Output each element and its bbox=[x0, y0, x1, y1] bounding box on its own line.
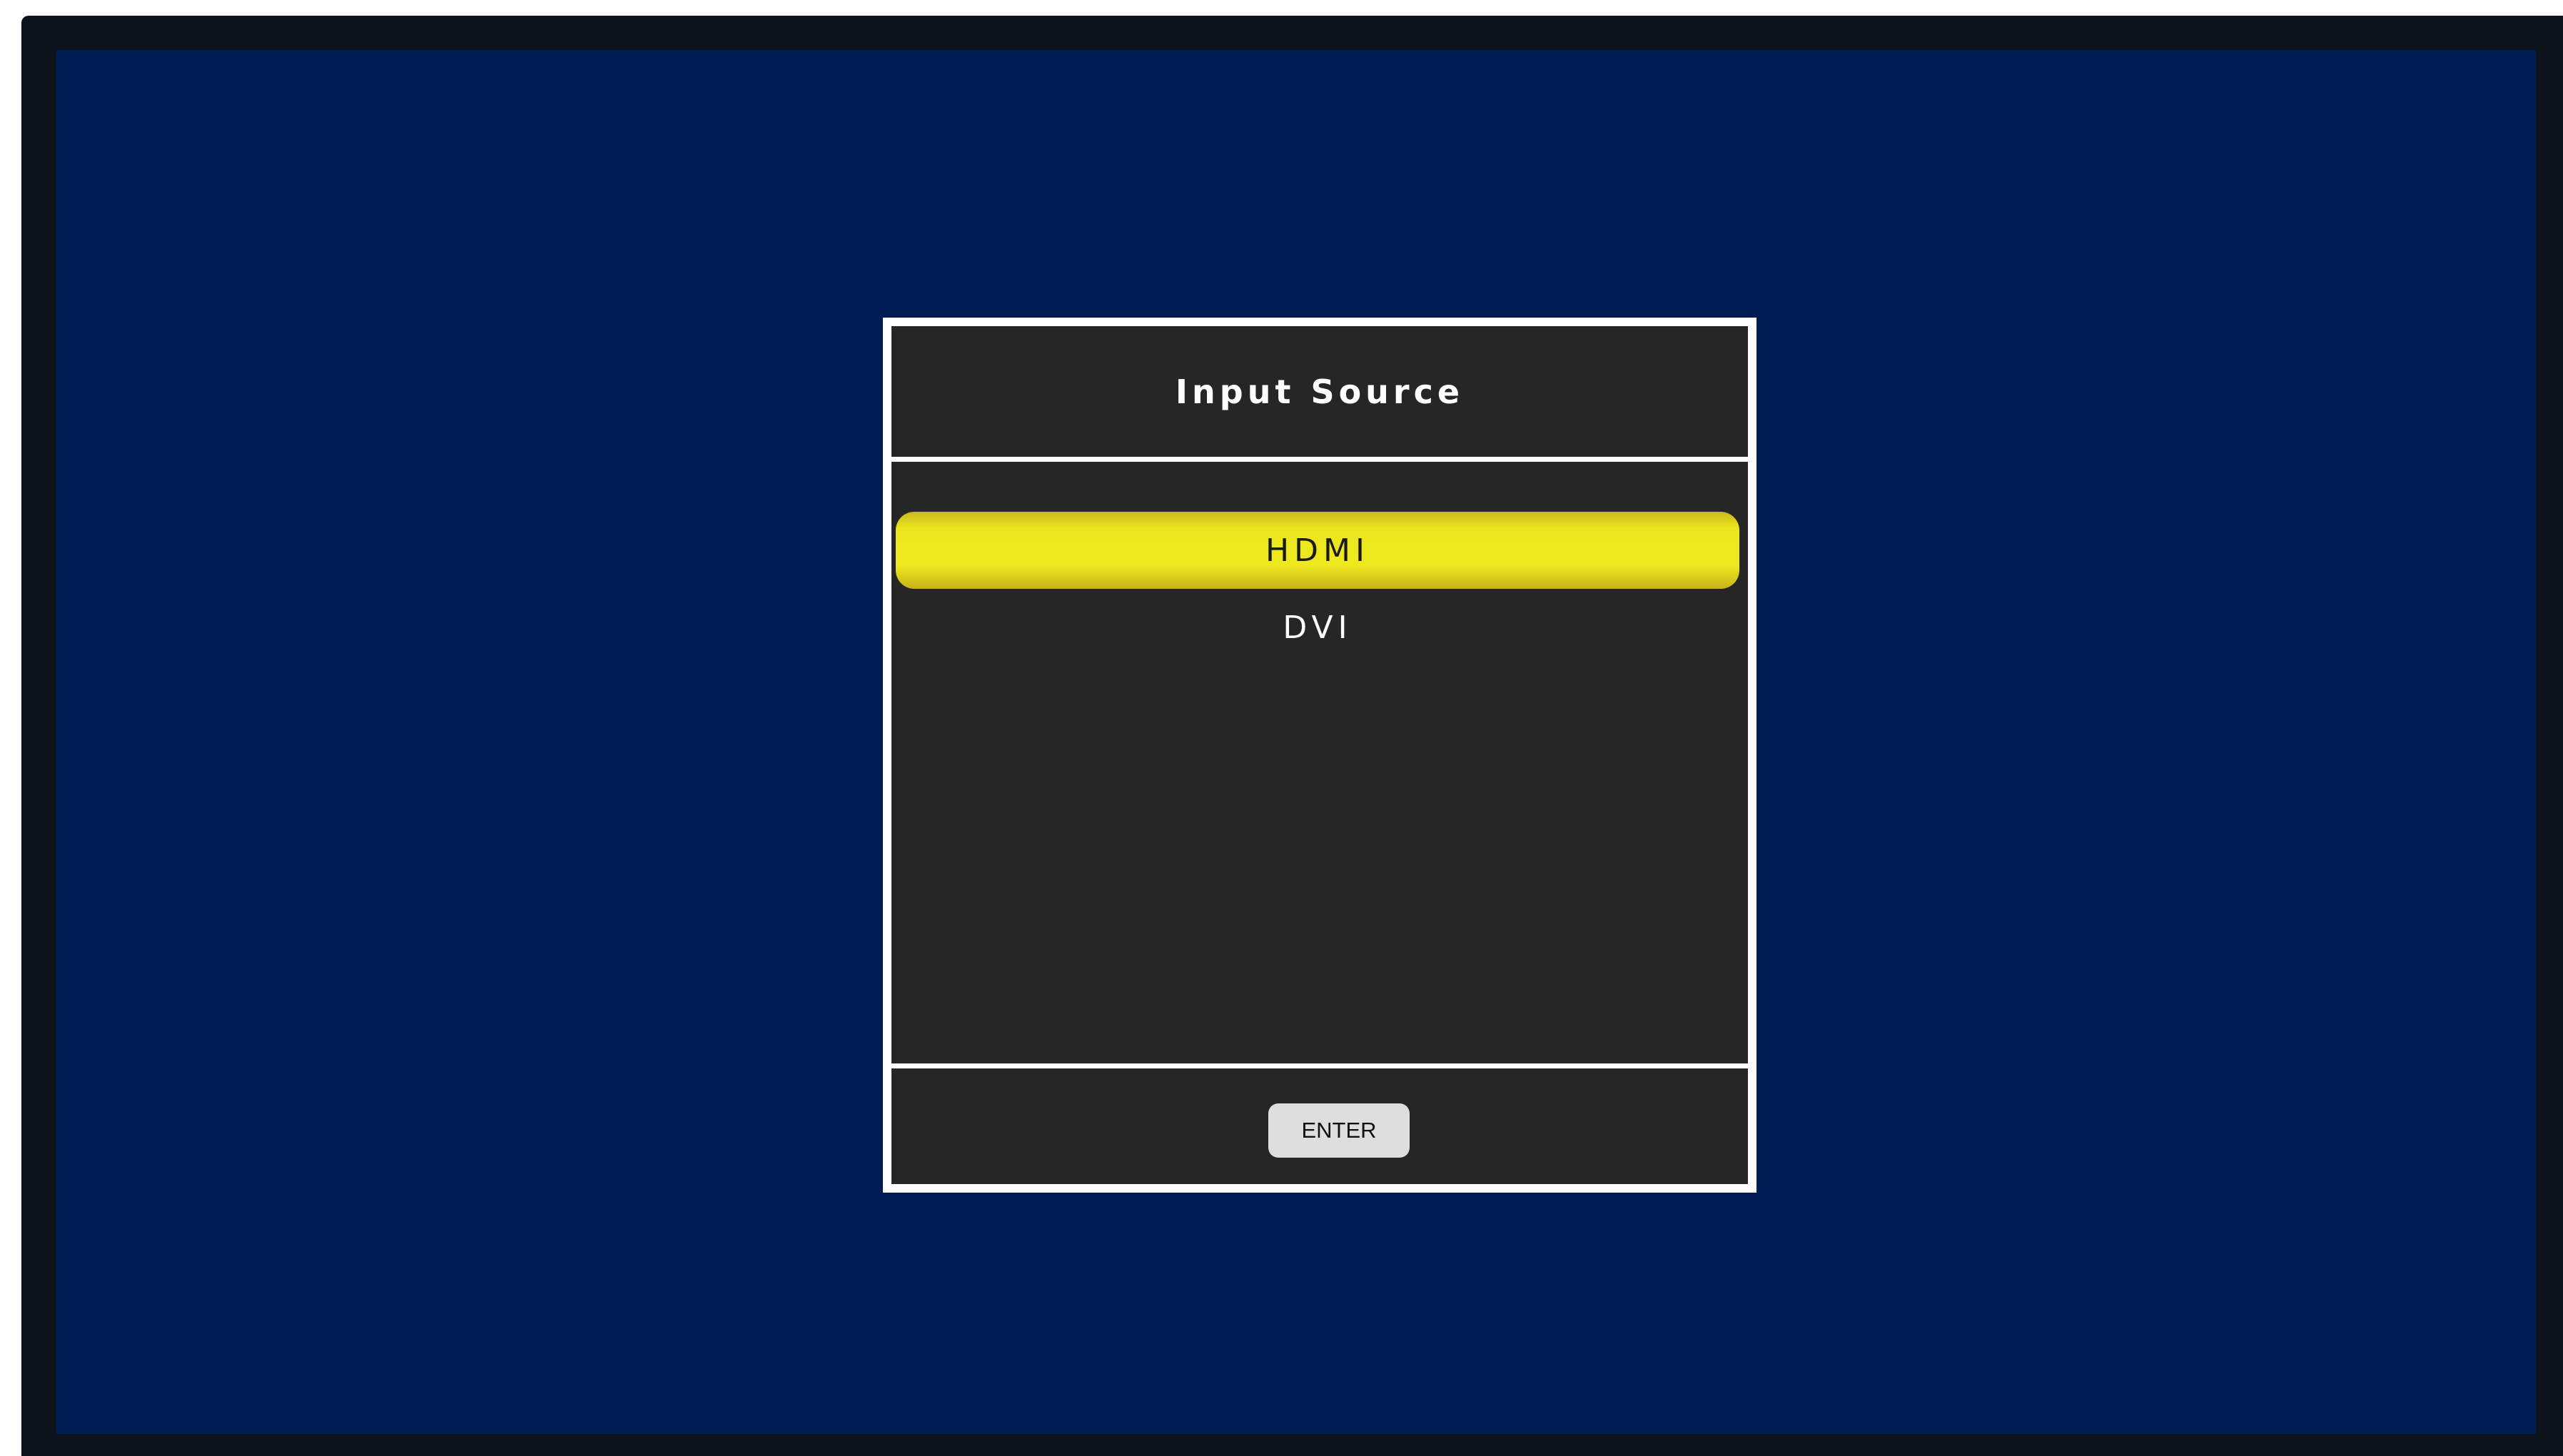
display-screen: Input Source HDMI DVI ENTER bbox=[56, 50, 2536, 1434]
source-option-dvi[interactable]: DVI bbox=[896, 589, 1739, 666]
dialog-body: HDMI DVI bbox=[891, 462, 1748, 1063]
input-source-dialog: Input Source HDMI DVI ENTER bbox=[883, 318, 1756, 1193]
dialog-footer: ENTER bbox=[891, 1068, 1748, 1184]
source-option-label: DVI bbox=[1283, 609, 1353, 646]
dialog-header: Input Source bbox=[891, 326, 1748, 457]
source-option-label: HDMI bbox=[1265, 532, 1370, 569]
enter-button[interactable]: ENTER bbox=[1268, 1103, 1410, 1158]
dialog-title: Input Source bbox=[1175, 372, 1465, 411]
monitor-bezel: Input Source HDMI DVI ENTER bbox=[21, 16, 2563, 1456]
source-list: HDMI DVI bbox=[896, 512, 1739, 666]
source-option-hdmi[interactable]: HDMI bbox=[896, 512, 1739, 589]
